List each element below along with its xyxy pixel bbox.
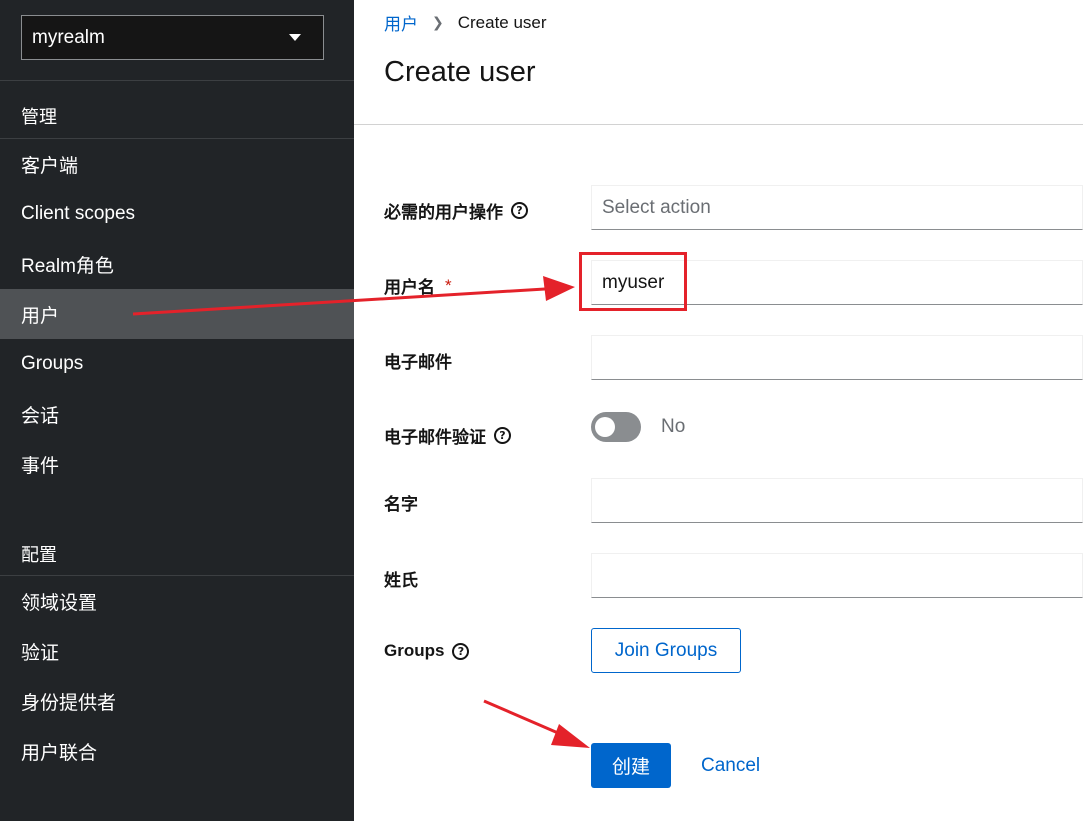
realm-selector[interactable]: myrealm — [21, 15, 324, 60]
last-name-input[interactable] — [591, 553, 1083, 598]
realm-name: myrealm — [32, 26, 105, 48]
sidebar-item-identity-providers[interactable]: 身份提供者 — [0, 676, 354, 726]
email-verified-label-text: 电子邮件验证 — [384, 428, 486, 447]
sidebar-item-realm-roles[interactable]: Realm角色 — [0, 239, 354, 289]
sidebar-item-user-federation[interactable]: 用户联合 — [0, 726, 354, 776]
toggle-knob — [595, 417, 615, 437]
sidebar-item-authentication[interactable]: 验证 — [0, 626, 354, 676]
breadcrumb-users-link[interactable]: 用户 — [384, 10, 418, 35]
username-label-text: 用户名 — [384, 278, 435, 297]
first-name-label-text: 名字 — [384, 495, 418, 514]
create-button[interactable]: 创建 — [591, 743, 671, 788]
help-icon[interactable]: ? — [494, 427, 511, 444]
last-name-label: 姓氏 — [384, 566, 418, 591]
email-label: 电子邮件 — [384, 348, 452, 373]
required-actions-label: 必需的用户操作 ? — [384, 198, 528, 223]
last-name-label-text: 姓氏 — [384, 571, 418, 590]
help-icon[interactable]: ? — [452, 642, 470, 660]
email-verified-state: No — [661, 416, 686, 437]
sidebar-item-groups[interactable]: Groups — [0, 339, 354, 389]
sidebar-divider — [0, 80, 354, 81]
cancel-button[interactable]: Cancel — [701, 743, 760, 788]
username-label: 用户名 * — [384, 273, 452, 298]
sidebar-item-realm-settings[interactable]: 领域设置 — [0, 576, 354, 626]
main-content: 用户 ❯ Create user Create user 必需的用户操作 ? S… — [354, 0, 1083, 821]
caret-down-icon — [289, 34, 301, 41]
breadcrumb-current: Create user — [457, 12, 547, 32]
header-divider — [354, 124, 1083, 125]
sidebar-item-client-scopes[interactable]: Client scopes — [0, 189, 354, 239]
username-value: myuser — [602, 271, 665, 293]
sidebar-item-users[interactable]: 用户 — [0, 289, 354, 339]
email-verified-toggle[interactable] — [591, 412, 641, 442]
page-title: Create user — [384, 56, 536, 88]
groups-label-text: Groups — [384, 641, 445, 660]
chevron-right-icon: ❯ — [432, 14, 444, 30]
required-actions-select[interactable]: Select action — [591, 185, 1083, 230]
help-icon[interactable]: ? — [511, 202, 528, 219]
first-name-input[interactable] — [591, 478, 1083, 523]
sidebar-item-events[interactable]: 事件 — [0, 439, 354, 489]
sidebar-item-sessions[interactable]: 会话 — [0, 389, 354, 439]
join-groups-button[interactable]: Join Groups — [591, 628, 741, 673]
section-title-configure: 配置 — [21, 545, 57, 565]
breadcrumb: 用户 ❯ Create user — [384, 10, 547, 35]
section-title-manage: 管理 — [21, 107, 57, 127]
email-input[interactable] — [591, 335, 1083, 380]
first-name-label: 名字 — [384, 490, 418, 515]
required-actions-label-text: 必需的用户操作 — [384, 203, 503, 222]
sidebar-item-clients[interactable]: 客户端 — [0, 139, 354, 189]
email-verified-label: 电子邮件验证 ? — [384, 423, 511, 448]
required-actions-placeholder: Select action — [602, 196, 711, 218]
username-input[interactable]: myuser — [591, 260, 1083, 305]
sidebar: myrealm 管理 客户端 Client scopes Realm角色 用户 … — [0, 0, 354, 821]
required-asterisk: * — [445, 275, 452, 295]
email-label-text: 电子邮件 — [384, 353, 452, 372]
groups-label: Groups ? — [384, 641, 470, 661]
